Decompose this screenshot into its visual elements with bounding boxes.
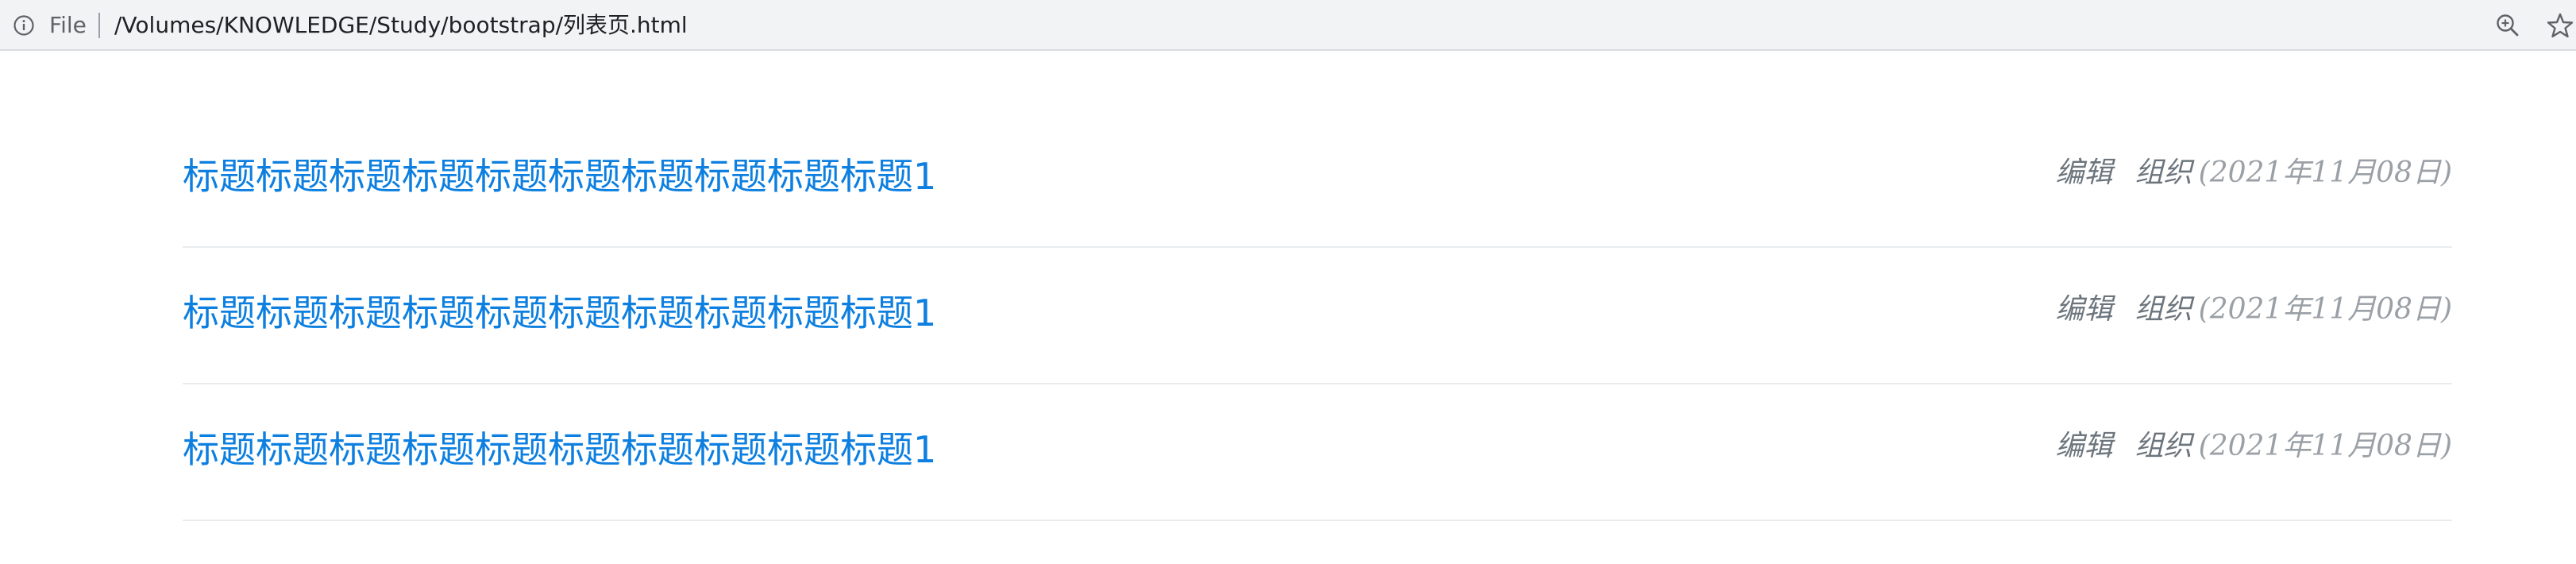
item-title-link[interactable]: 标题标题标题标题标题标题标题标题标题标题1 <box>183 153 936 200</box>
meta-editor: 编辑 <box>2055 430 2113 462</box>
meta-date: (2021年11月08日) <box>2198 156 2452 189</box>
article-list: 标题标题标题标题标题标题标题标题标题标题1 编辑 组织 (2021年11月08日) … <box>183 111 2452 521</box>
item-meta: 编辑 组织 (2021年11月08日) <box>2056 156 2452 191</box>
list-item: 标题标题标题标题标题标题标题标题标题标题1 编辑 组织 (2021年11月08日) <box>183 248 2452 384</box>
list-item: 标题标题标题标题标题标题标题标题标题标题1 编辑 组织 (2021年11月08日) <box>183 384 2452 521</box>
meta-org: 组织 <box>2134 156 2192 189</box>
item-title-link[interactable]: 标题标题标题标题标题标题标题标题标题标题1 <box>183 426 936 473</box>
address-bar: File /Volumes/KNOWLEDGE/Study/bootstrap/… <box>0 0 2576 51</box>
file-label: File <box>49 12 87 38</box>
meta-org: 组织 <box>2134 293 2192 326</box>
item-title-link[interactable]: 标题标题标题标题标题标题标题标题标题标题1 <box>183 289 936 337</box>
info-circle-icon[interactable] <box>13 14 35 37</box>
meta-date: (2021年11月08日) <box>2198 293 2452 326</box>
url-divider <box>98 13 100 38</box>
item-meta: 编辑 组织 (2021年11月08日) <box>2056 292 2452 327</box>
meta-org: 组织 <box>2134 430 2192 462</box>
list-item: 标题标题标题标题标题标题标题标题标题标题1 编辑 组织 (2021年11月08日) <box>183 111 2452 248</box>
meta-editor: 编辑 <box>2055 293 2113 326</box>
star-icon[interactable] <box>2546 11 2574 40</box>
item-meta: 编辑 组织 (2021年11月08日) <box>2056 429 2452 464</box>
meta-editor: 编辑 <box>2055 156 2113 189</box>
url-text[interactable]: /Volumes/KNOWLEDGE/Study/bootstrap/列表页.h… <box>114 11 688 40</box>
meta-date: (2021年11月08日) <box>2198 430 2452 462</box>
zoom-in-icon[interactable] <box>2495 13 2520 38</box>
